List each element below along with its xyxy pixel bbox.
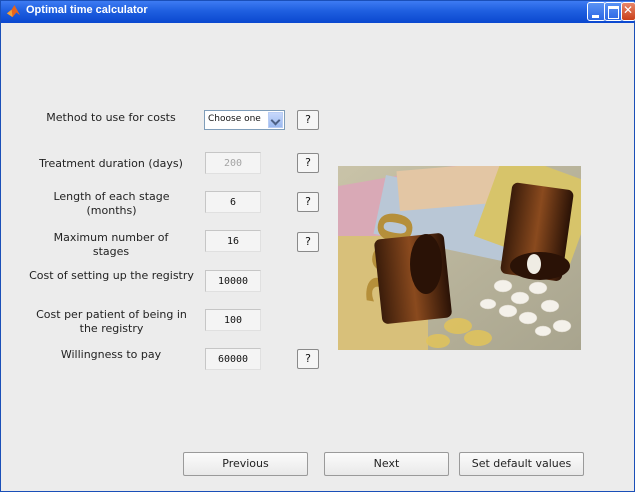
title-bar: Optimal time calculator (1, 1, 635, 23)
max-stages-field[interactable]: 16 (205, 230, 261, 252)
window-title: Optimal time calculator (26, 4, 148, 16)
matlab-icon (6, 4, 21, 18)
previous-button[interactable]: Previous (183, 452, 308, 476)
stage-length-label: Length of each stage (months) (53, 190, 170, 217)
help-button-stage-length[interactable]: ? (297, 192, 319, 212)
patient-cost-label: Cost per patient of being in the registr… (36, 308, 187, 335)
help-button-max-stages[interactable]: ? (297, 232, 319, 252)
money-pills-image: 200 (338, 166, 581, 350)
wtp-field[interactable]: 60000 (205, 348, 261, 370)
set-default-values-button[interactable]: Set default values (459, 452, 584, 476)
close-button[interactable] (621, 2, 635, 21)
chevron-down-icon[interactable] (268, 112, 283, 128)
next-button[interactable]: Next (324, 452, 449, 476)
patient-cost-field[interactable]: 100 (205, 309, 261, 331)
setup-cost-field[interactable]: 10000 (205, 270, 261, 292)
max-stages-label: Maximum number of stages (53, 231, 169, 258)
help-button-treatment[interactable]: ? (297, 153, 319, 173)
help-button-method[interactable]: ? (297, 110, 319, 130)
app-window: Optimal time calculator Method to use fo… (0, 0, 635, 492)
method-dropdown-value: Choose one (208, 114, 261, 124)
help-button-wtp[interactable]: ? (297, 349, 319, 369)
method-label: Method to use for costs (46, 111, 176, 124)
treatment-duration-label: Treatment duration (days) (39, 157, 183, 170)
stage-length-field[interactable]: 6 (205, 191, 261, 213)
setup-cost-label: Cost of setting up the registry (29, 269, 194, 282)
treatment-duration-field: 200 (205, 152, 261, 174)
wtp-label: Willingness to pay (60, 348, 162, 361)
method-dropdown[interactable]: Choose one (204, 110, 285, 130)
